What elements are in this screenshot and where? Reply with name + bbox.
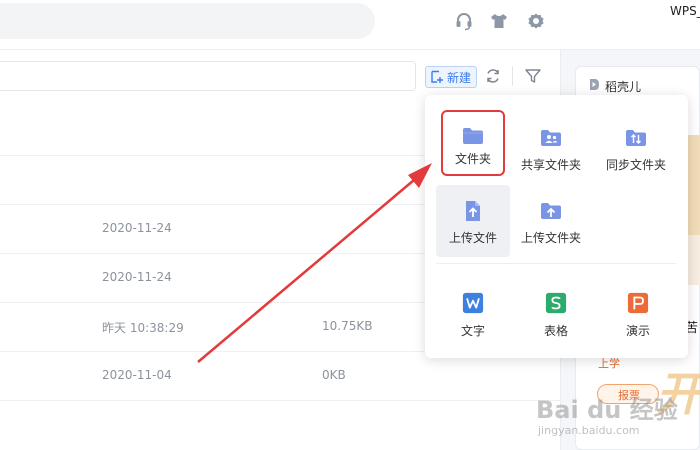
docer-title[interactable]: 稻壳儿 bbox=[605, 78, 641, 95]
new-button[interactable]: 新建 bbox=[425, 66, 477, 88]
upload-file-item[interactable]: 上传文件 bbox=[436, 185, 510, 257]
new-file-icon bbox=[431, 70, 443, 83]
file-size: 0KB bbox=[322, 368, 346, 382]
upload-file-icon bbox=[466, 201, 480, 221]
wps-spreadsheet-icon bbox=[545, 292, 567, 314]
app-title: WPS_ bbox=[670, 4, 700, 18]
new-button-label: 新建 bbox=[447, 70, 472, 85]
docer-logo-icon bbox=[590, 79, 599, 90]
top-bar: WPS_ bbox=[0, 0, 700, 50]
new-sync-folder-label: 同步文件夹 bbox=[605, 158, 666, 172]
file-date: 2020-11-04 bbox=[102, 368, 172, 382]
new-sync-folder-item[interactable]: 同步文件夹 bbox=[599, 112, 673, 184]
watermark-logo: Bai du 经验 bbox=[536, 396, 678, 424]
new-writer-doc-item[interactable]: 文字 bbox=[436, 278, 510, 350]
dropdown-divider bbox=[436, 263, 676, 264]
new-spreadsheet-item[interactable]: 表格 bbox=[519, 278, 593, 350]
file-size: 10.75KB bbox=[322, 319, 373, 333]
headset-icon[interactable] bbox=[454, 11, 474, 31]
upload-folder-label: 上传文件夹 bbox=[520, 231, 581, 245]
wps-writer-icon bbox=[462, 292, 484, 314]
shared-folder-icon bbox=[541, 130, 561, 146]
upload-folder-item[interactable]: 上传文件夹 bbox=[514, 185, 588, 257]
new-presentation-label: 演示 bbox=[625, 324, 650, 338]
wps-presentation-icon bbox=[627, 292, 649, 314]
sync-folder-icon bbox=[626, 130, 646, 146]
watermark-url: jingyan.baidu.com bbox=[538, 424, 640, 437]
upload-folder-icon bbox=[541, 203, 561, 219]
file-date: 2020-11-24 bbox=[102, 270, 172, 284]
refresh-icon[interactable] bbox=[484, 67, 502, 85]
list-row-divider bbox=[0, 400, 560, 401]
path-bar[interactable] bbox=[0, 61, 416, 91]
file-date: 2020-11-24 bbox=[102, 221, 172, 235]
filter-icon[interactable] bbox=[524, 67, 542, 85]
toolbar-separator bbox=[512, 66, 513, 86]
tshirt-icon[interactable] bbox=[489, 11, 509, 31]
file-date: 昨天 10:38:29 bbox=[102, 321, 184, 335]
folder-icon bbox=[463, 128, 483, 144]
search-input[interactable] bbox=[0, 3, 375, 39]
new-shared-folder-item[interactable]: 共享文件夹 bbox=[514, 112, 588, 184]
new-presentation-item[interactable]: 演示 bbox=[601, 278, 675, 350]
gear-icon[interactable] bbox=[526, 11, 546, 31]
